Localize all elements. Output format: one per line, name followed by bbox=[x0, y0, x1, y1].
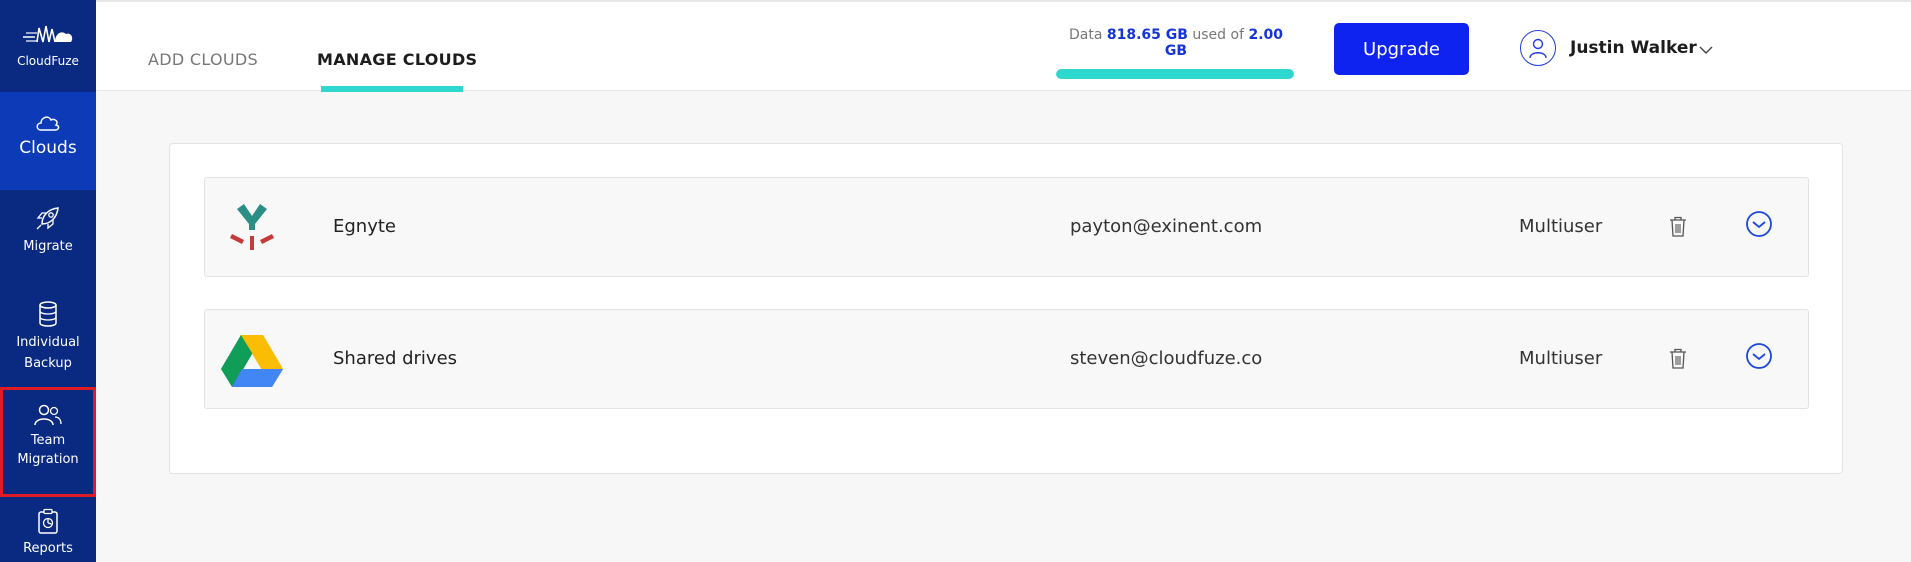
trash-icon[interactable] bbox=[1669, 216, 1687, 238]
egnyte-logo-icon bbox=[230, 204, 274, 250]
cloudfuze-logo-icon bbox=[23, 25, 73, 43]
expand-chevron-icon[interactable] bbox=[1745, 342, 1773, 370]
cloud-row: Egnyte payton@exinent.com Multiuser bbox=[204, 177, 1809, 277]
manage-clouds-panel: Egnyte payton@exinent.com Multiuser Shar… bbox=[169, 143, 1843, 474]
users-icon bbox=[34, 404, 62, 426]
sidebar-item-label: Migrate bbox=[23, 239, 73, 254]
user-name: Justin Walker bbox=[1570, 38, 1697, 58]
avatar bbox=[1520, 30, 1556, 66]
sidebar-item-label: Reports bbox=[23, 541, 73, 556]
cloud-row: Shared drives steven@cloudfuze.co Multiu… bbox=[204, 309, 1809, 409]
cloud-name: Egnyte bbox=[333, 216, 396, 237]
google-drive-logo bbox=[217, 328, 287, 392]
cloud-email: steven@cloudfuze.co bbox=[1070, 348, 1263, 369]
rocket-icon bbox=[36, 207, 59, 230]
google-drive-logo-icon bbox=[221, 335, 283, 387]
storage-progress-fill bbox=[1056, 69, 1294, 79]
sidebar-item-clouds[interactable]: Clouds bbox=[0, 92, 96, 190]
cloud-icon bbox=[36, 116, 60, 131]
sidebar-item-migrate[interactable]: Migrate bbox=[0, 204, 96, 270]
cloud-name: Shared drives bbox=[333, 348, 458, 369]
tab-manage-clouds[interactable]: MANAGE CLOUDS bbox=[317, 50, 477, 69]
sidebar-item-reports[interactable]: Reports bbox=[0, 508, 96, 562]
active-tab-indicator bbox=[321, 86, 463, 92]
storage-middle: used of bbox=[1192, 27, 1245, 43]
sidebar-item-individual-backup[interactable]: Individual Backup bbox=[0, 300, 96, 380]
sidebar-item-label: Individual Backup bbox=[16, 335, 80, 371]
sidebar: CloudFuze Clouds Migrate Individual Back… bbox=[0, 0, 96, 562]
storage-used: 818.65 GB bbox=[1106, 27, 1188, 43]
storage-progress-bar bbox=[1056, 69, 1294, 79]
cloud-email: payton@exinent.com bbox=[1070, 216, 1263, 237]
storage-prefix: Data bbox=[1068, 27, 1103, 43]
storage-usage: Data 818.65 GB used of 2.00 GB bbox=[1056, 27, 1296, 79]
user-icon bbox=[1529, 38, 1547, 59]
database-icon bbox=[39, 301, 57, 327]
storage-usage-text: Data 818.65 GB used of 2.00 GB bbox=[1056, 27, 1296, 59]
chevron-down-icon[interactable] bbox=[1699, 45, 1713, 55]
logo-text: CloudFuze bbox=[17, 54, 79, 68]
cloud-type: Multiuser bbox=[1519, 348, 1603, 369]
user-menu[interactable]: Justin Walker bbox=[1520, 30, 1713, 66]
upgrade-button[interactable]: Upgrade bbox=[1334, 23, 1469, 75]
sidebar-item-label: Team Migration bbox=[17, 433, 79, 467]
egnyte-logo bbox=[217, 196, 287, 260]
expand-chevron-icon[interactable] bbox=[1745, 210, 1773, 238]
cloud-type: Multiuser bbox=[1519, 216, 1603, 237]
clipboard-report-icon bbox=[38, 508, 58, 534]
cloudfuze-logo[interactable]: CloudFuze bbox=[0, 0, 96, 92]
sidebar-item-team-migration[interactable]: Team Migration bbox=[0, 387, 96, 497]
sidebar-item-label: Clouds bbox=[19, 138, 77, 158]
top-header: ADD CLOUDS MANAGE CLOUDS Data 818.65 GB … bbox=[96, 0, 1911, 92]
trash-icon[interactable] bbox=[1669, 348, 1687, 370]
tab-add-clouds[interactable]: ADD CLOUDS bbox=[148, 50, 258, 69]
